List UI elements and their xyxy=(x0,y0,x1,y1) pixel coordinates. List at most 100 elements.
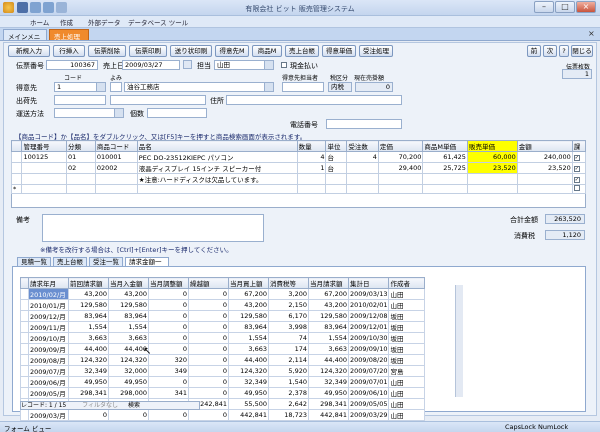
billing-cell[interactable]: 32,000 xyxy=(108,365,149,377)
row-selector[interactable] xyxy=(20,310,29,322)
doc-tab-main-menu[interactable]: メインメニュー xyxy=(3,29,47,51)
cell-bunrui[interactable] xyxy=(66,173,96,185)
billing-cell[interactable]: 2009/11/月 xyxy=(28,321,69,333)
customer-name-select[interactable]: 油谷工務店 xyxy=(124,82,274,92)
billing-cell[interactable]: 129,580 xyxy=(108,299,149,311)
col-amount[interactable]: 金額 xyxy=(516,140,573,152)
cell-empty[interactable] xyxy=(466,184,518,194)
cell-list-price[interactable] xyxy=(377,173,424,185)
col-prev-billing[interactable]: 前回請求額 xyxy=(68,277,109,289)
cash-payment-checkbox[interactable] xyxy=(281,62,287,68)
col-carryover[interactable]: 繰越額 xyxy=(188,277,229,289)
col-billing-amount[interactable]: 当月請求額 xyxy=(308,277,349,289)
billing-cell[interactable]: 2009/03/13 xyxy=(347,288,390,300)
billing-cell[interactable]: 0 xyxy=(68,409,109,421)
col-tax[interactable]: 課 xyxy=(571,140,587,152)
billing-cell[interactable]: 2009/07/月 xyxy=(28,365,69,377)
row-selector[interactable] xyxy=(20,387,29,399)
col-qty[interactable]: 数量 xyxy=(296,140,327,152)
billing-cell[interactable]: 坂田 xyxy=(388,343,426,355)
billing-cell[interactable]: 坂田 xyxy=(388,354,426,366)
billing-cell[interactable]: 2009/07/01 xyxy=(347,376,390,388)
billing-cell[interactable]: 山田 xyxy=(388,398,426,410)
cell-sale-price[interactable]: 60,000 xyxy=(466,151,518,163)
billing-row[interactable]: 2009/08/月 124,320 124,320 320 0 44,400 2,114 44… xyxy=(20,354,426,366)
billing-cell[interactable]: 0 xyxy=(148,321,189,333)
package-count-field[interactable] xyxy=(147,108,207,118)
detail-new-row[interactable]: * xyxy=(10,184,587,194)
billing-cell[interactable]: 0 xyxy=(188,387,229,399)
billing-cell[interactable]: 49,950 xyxy=(68,376,109,388)
detail-row[interactable]: 100125 01 010001 PEC DO-23512KIEPC パソコン … xyxy=(10,151,587,163)
billing-cell[interactable]: 320 xyxy=(148,354,189,366)
cell-empty[interactable] xyxy=(21,184,68,194)
close-icon[interactable]: × xyxy=(576,1,596,13)
billing-cell[interactable]: 298,000 xyxy=(108,387,149,399)
search-box[interactable]: 検索 xyxy=(128,402,140,409)
billing-cell[interactable]: 0 xyxy=(188,321,229,333)
tax-checkbox[interactable] xyxy=(573,185,580,191)
filter-status[interactable]: フィルタなし xyxy=(82,402,118,409)
tax-checkbox[interactable]: ✓ xyxy=(573,177,580,183)
cell-tax[interactable]: ✓ xyxy=(571,173,587,185)
customer-code-select[interactable]: 1 xyxy=(54,82,106,92)
billing-cell[interactable]: 2009/09/10 xyxy=(347,343,390,355)
billing-cell[interactable]: 442,841 xyxy=(308,409,349,421)
remarks-textarea[interactable] xyxy=(42,214,264,242)
row-selector[interactable] xyxy=(20,321,29,333)
billing-cell[interactable]: 2009/10/月 xyxy=(28,332,69,344)
billing-cell[interactable]: 43,200 xyxy=(108,288,149,300)
col-code[interactable]: 商品コード xyxy=(94,140,138,152)
billing-cell[interactable]: 43,200 xyxy=(308,299,349,311)
billing-cell[interactable]: 2009/05/05 xyxy=(347,398,390,410)
col-billing-month[interactable]: 請求年月 xyxy=(28,277,69,289)
cell-name[interactable]: 液晶ディスプレイ 15インチ スピーカー付 xyxy=(136,162,298,174)
billing-cell[interactable]: 2009/12/01 xyxy=(347,321,390,333)
billing-cell[interactable]: 3,663 xyxy=(108,332,149,344)
insert-row-button[interactable]: 行挿入 xyxy=(53,45,85,57)
billing-row[interactable]: 2009/10/月 3,663 3,663 0 0 1,554 74 1,554 2009/10… xyxy=(20,332,426,344)
billing-cell[interactable]: 山田 xyxy=(388,299,426,311)
prev-button[interactable]: 前 xyxy=(527,45,541,57)
customer-contact-field[interactable] xyxy=(282,82,324,92)
billing-cell[interactable]: 2009/10/30 xyxy=(347,332,390,344)
col-order-qty[interactable]: 受注数 xyxy=(346,140,379,152)
cell-amount[interactable]: 23,520 xyxy=(516,162,573,174)
billing-row[interactable]: 2009/12/月 83,964 83,964 0 0 129,580 6,170 129,5… xyxy=(20,310,426,322)
col-master-price[interactable]: 商品M単価 xyxy=(422,140,468,152)
billing-cell[interactable]: 0 xyxy=(188,288,229,300)
billing-cell[interactable]: 0 xyxy=(148,299,189,311)
cell-empty[interactable] xyxy=(325,184,348,194)
cell-empty[interactable] xyxy=(66,184,96,194)
phone-field[interactable] xyxy=(326,119,402,129)
billing-cell[interactable]: 32,349 xyxy=(228,376,269,388)
billing-cell[interactable]: 2009/06/10 xyxy=(347,387,390,399)
billing-cell[interactable]: 124,320 xyxy=(308,365,349,377)
billing-row[interactable]: 2009/11/月 1,554 1,554 0 0 83,964 3,998 83,964 20… xyxy=(20,321,426,333)
cell-order-qty[interactable] xyxy=(346,173,379,185)
cell-kanri[interactable]: 100125 xyxy=(21,151,68,163)
row-selector[interactable] xyxy=(20,332,29,344)
print-slip-button[interactable]: 伝票印刷 xyxy=(129,45,167,57)
ribbon-tab-create[interactable]: 作成 xyxy=(60,17,73,27)
col-unit[interactable]: 単位 xyxy=(325,140,348,152)
cell-empty[interactable] xyxy=(516,184,573,194)
billing-cell[interactable]: 1,540 xyxy=(268,376,309,388)
billing-cell[interactable]: 2,114 xyxy=(268,354,309,366)
billing-cell[interactable]: 298,341 xyxy=(308,398,349,410)
maximize-icon[interactable]: □ xyxy=(555,1,575,13)
billing-cell[interactable]: 坂田 xyxy=(388,310,426,322)
billing-cell[interactable]: 32,349 xyxy=(308,376,349,388)
billing-cell[interactable]: 2,642 xyxy=(268,398,309,410)
billing-cell[interactable]: 43,200 xyxy=(228,299,269,311)
cell-amount[interactable]: 240,000 xyxy=(516,151,573,163)
product-master-button[interactable]: 商品M xyxy=(252,45,282,57)
billing-cell[interactable]: 2,150 xyxy=(268,299,309,311)
cell-amount[interactable] xyxy=(516,173,573,185)
billing-cell[interactable]: 0 xyxy=(148,376,189,388)
tax-checkbox[interactable]: ✓ xyxy=(573,166,580,172)
billing-cell[interactable]: 2009/08/20 xyxy=(347,354,390,366)
cell-empty[interactable] xyxy=(296,184,327,194)
row-selector[interactable] xyxy=(20,288,29,300)
billing-cell[interactable]: 67,200 xyxy=(228,288,269,300)
